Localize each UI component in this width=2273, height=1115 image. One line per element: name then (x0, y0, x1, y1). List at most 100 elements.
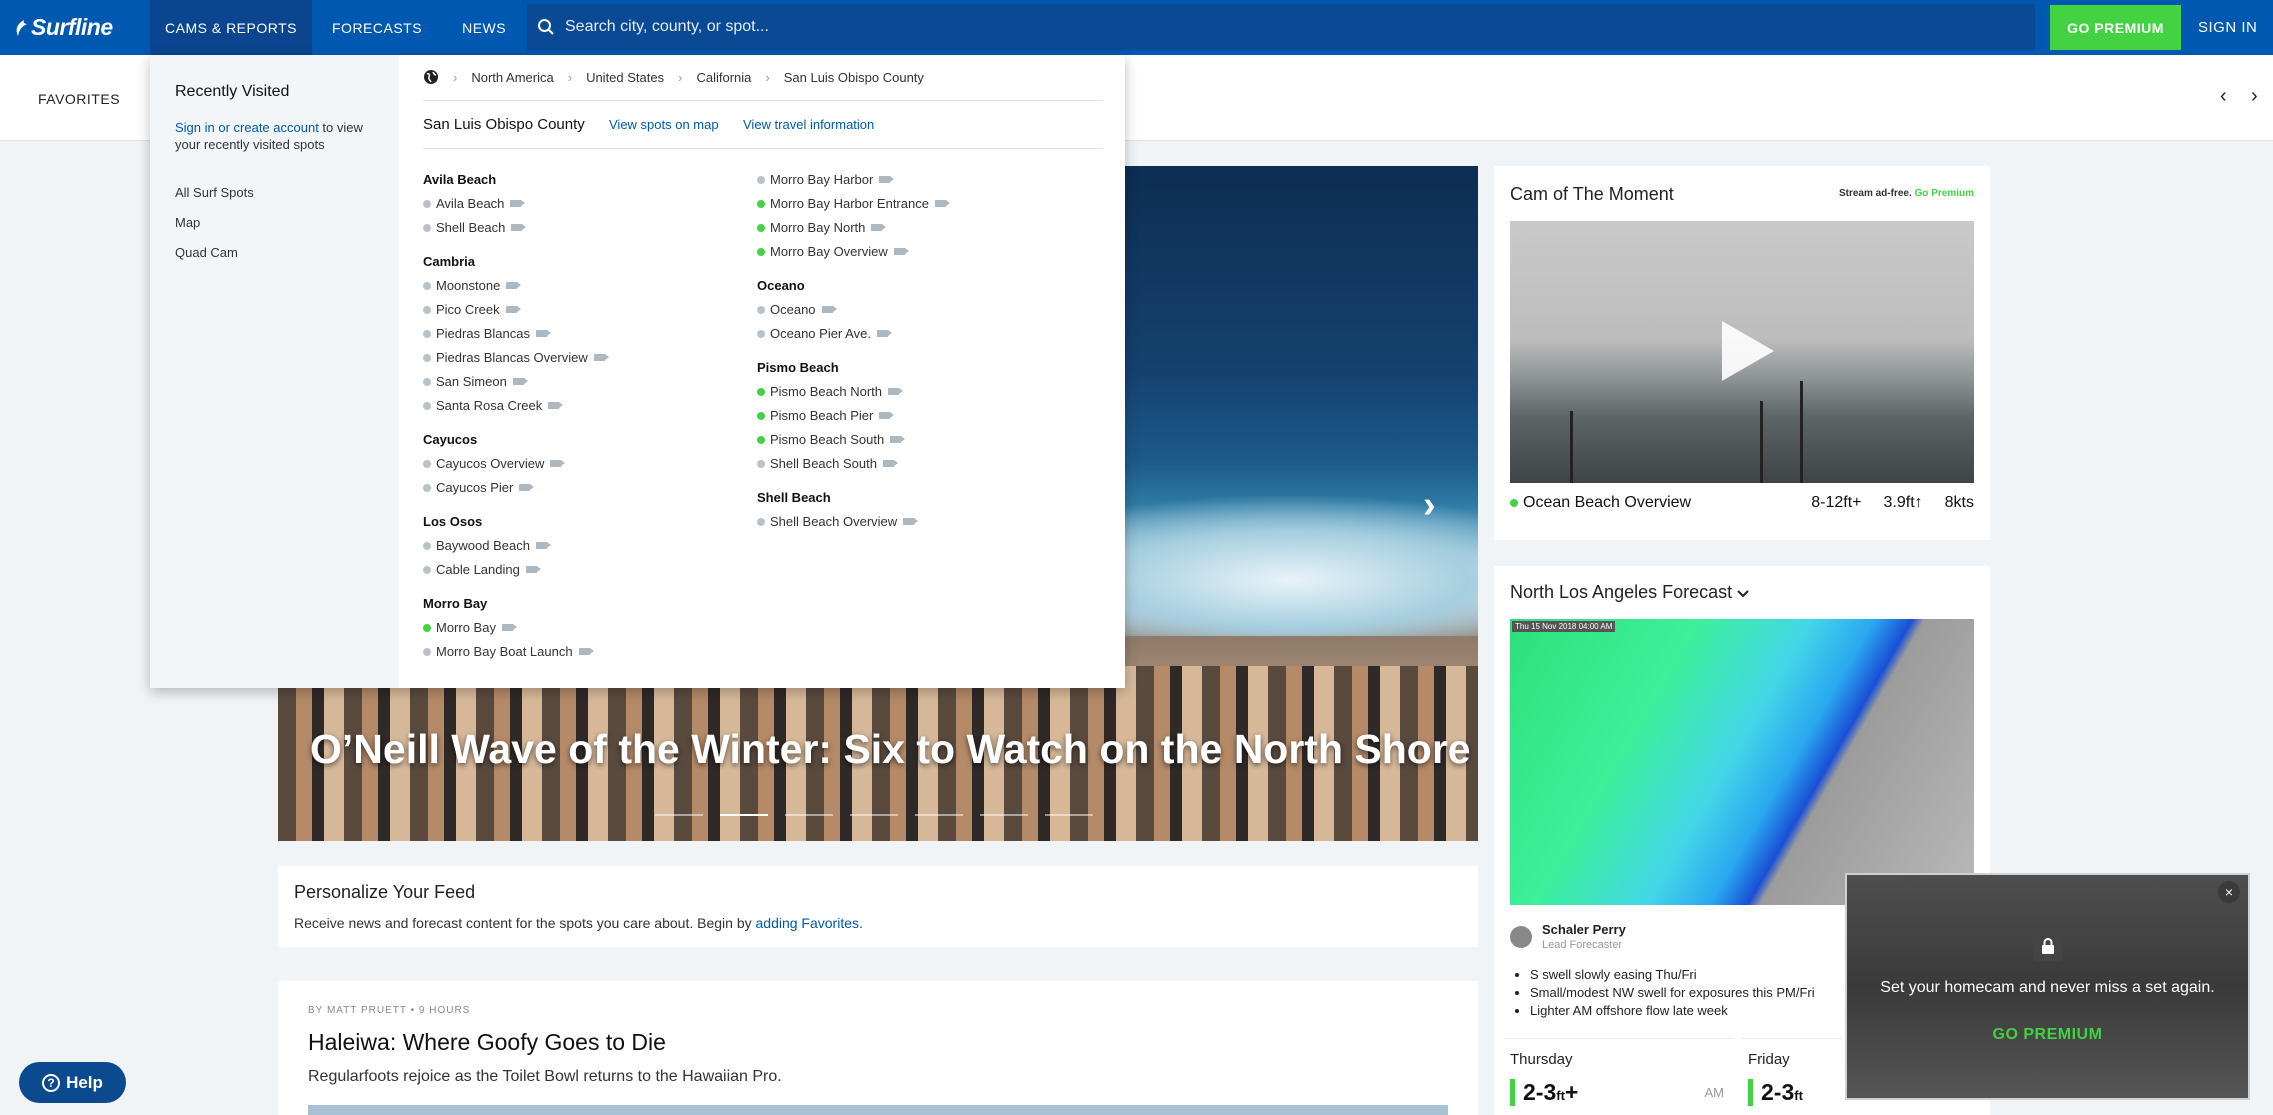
adding-favorites-link[interactable]: adding Favorites (756, 915, 860, 931)
sign-in-create-account-link[interactable]: Sign in or create account (175, 120, 319, 135)
condition-dot (423, 199, 431, 208)
spot-link[interactable]: Shell Beach Overview (757, 514, 919, 529)
camera-icon (550, 460, 566, 467)
globe-icon[interactable] (423, 69, 439, 85)
spot-name: Cayucos Pier (436, 480, 514, 495)
spot-link[interactable]: Moonstone (423, 278, 522, 293)
spot-link[interactable]: Morro Bay North (757, 220, 887, 235)
region-heading: Los Osos (423, 514, 483, 529)
play-icon[interactable] (1722, 321, 1774, 381)
spot-link[interactable]: San Simeon (423, 374, 528, 389)
camera-icon (519, 484, 535, 491)
swell-map[interactable]: Thu 15 Nov 2018 04:00 AM (1510, 619, 1974, 905)
spot-link[interactable]: Morro Bay Harbor (757, 172, 895, 187)
spot-link[interactable]: Morro Bay Overview (757, 244, 909, 259)
help-button[interactable]: ? Help (19, 1062, 126, 1103)
article-image[interactable] (308, 1105, 1448, 1115)
go-premium-button[interactable]: GO PREMIUM (2050, 5, 2181, 50)
condition-dot (423, 565, 431, 574)
spot-link[interactable]: Morro Bay (423, 620, 517, 635)
forecast-summary: S swell slowly easing Thu/Fri Small/mode… (1530, 966, 1815, 1020)
day-forecast-friday[interactable]: Friday 2-3ft (1742, 1038, 1842, 1115)
search-bar[interactable] (527, 4, 2035, 50)
carousel-dot[interactable] (720, 814, 768, 816)
spot-link[interactable]: Pismo Beach North (757, 384, 903, 399)
question-icon: ? (42, 1073, 61, 1092)
close-icon[interactable]: × (2218, 881, 2240, 903)
carousel-dot[interactable] (915, 814, 963, 816)
carousel-dot[interactable] (785, 814, 833, 816)
spot-link[interactable]: Morro Bay Harbor Entrance (757, 196, 950, 211)
search-input[interactable] (565, 18, 1965, 36)
condition-dot (757, 517, 765, 526)
spot-name: Morro Bay Harbor Entrance (770, 196, 929, 211)
spot-link[interactable]: Piedras Blancas (423, 326, 551, 341)
all-surf-spots-link[interactable]: All Surf Spots (175, 185, 254, 200)
view-travel-info-link[interactable]: View travel information (743, 117, 874, 132)
region-heading: Cambria (423, 254, 476, 269)
homecam-go-premium-link[interactable]: GO PREMIUM (1847, 1026, 2248, 1044)
spot-link[interactable]: Pismo Beach South (757, 432, 906, 447)
hero-title[interactable]: O’Neill Wave of the Winter: Six to Watch… (310, 726, 1471, 773)
article-title[interactable]: Haleiwa: Where Goofy Goes to Die (308, 1029, 666, 1056)
favorites-label[interactable]: FAVORITES (38, 91, 120, 107)
spot-name: Morro Bay Boat Launch (436, 644, 573, 659)
spot-link[interactable]: Pismo Beach Pier (757, 408, 895, 423)
surf-height: 8-12ft+ (1811, 494, 1862, 511)
quad-cam-link[interactable]: Quad Cam (175, 245, 238, 260)
spot-name: Santa Rosa Creek (436, 398, 543, 413)
chevron-left-icon[interactable]: ‹ (2220, 85, 2227, 108)
camera-icon (511, 224, 527, 231)
spot-link[interactable]: Shell Beach (423, 220, 527, 235)
spot-link[interactable]: Santa Rosa Creek (423, 398, 564, 413)
cam-video[interactable] (1510, 221, 1974, 483)
spot-link[interactable]: Cayucos Overview (423, 456, 566, 471)
carousel-dot[interactable] (980, 814, 1028, 816)
chevron-right-icon[interactable]: › (2251, 85, 2258, 108)
spot-link[interactable]: Avila Beach (423, 196, 526, 211)
tab-news[interactable]: NEWS (462, 0, 506, 55)
spot-link[interactable]: Baywood Beach (423, 538, 551, 553)
view-spots-on-map-link[interactable]: View spots on map (609, 117, 719, 132)
map-link[interactable]: Map (175, 215, 200, 230)
spot-link[interactable]: Oceano Pier Ave. (757, 326, 892, 341)
carousel-dot[interactable] (655, 814, 703, 816)
tab-cams-reports[interactable]: CAMS & REPORTS (150, 0, 312, 55)
spot-link[interactable]: Oceano (757, 302, 837, 317)
day-name: Friday (1748, 1051, 1790, 1068)
condition-dot (423, 223, 431, 232)
carousel-next-icon[interactable]: › (1423, 484, 1436, 527)
spot-link[interactable]: Cable Landing (423, 562, 541, 577)
carousel-dot[interactable] (1045, 814, 1093, 816)
forecast-region-selector[interactable]: North Los Angeles Forecast (1510, 582, 1749, 603)
forecast-region-title: North Los Angeles Forecast (1510, 582, 1733, 602)
go-premium-link[interactable]: Go Premium (1915, 188, 1974, 199)
tab-forecasts[interactable]: FORECASTS (332, 0, 422, 55)
personalize-feed-card: Personalize Your Feed Receive news and f… (278, 866, 1478, 947)
sign-in-link[interactable]: SIGN IN (2198, 0, 2257, 55)
day-surf-value: 2-3ft (1748, 1079, 1803, 1106)
carousel-dot[interactable] (850, 814, 898, 816)
breadcrumb-united-states[interactable]: United States (586, 70, 664, 85)
camera-icon (512, 378, 528, 385)
spot-name: Shell Beach South (770, 456, 877, 471)
day-forecast-thursday[interactable]: Thursday 2-3ft+ AM (1504, 1038, 1734, 1115)
cotm-spot-name[interactable]: Ocean Beach Overview (1510, 494, 1691, 512)
article-card[interactable]: BY MATT PRUETT • 9 HOURS Haleiwa: Where … (278, 981, 1478, 1115)
breadcrumb-north-america[interactable]: North America (471, 70, 553, 85)
spot-link[interactable]: Shell Beach South (757, 456, 898, 471)
spot-link[interactable]: Cayucos Pier (423, 480, 535, 495)
day-surf-unit: ft (1556, 1088, 1565, 1103)
condition-dot (423, 623, 431, 632)
breadcrumb-california[interactable]: California (696, 70, 751, 85)
breadcrumb-separator: › (678, 69, 683, 85)
camera-icon (879, 412, 895, 419)
breadcrumb-county[interactable]: San Luis Obispo County (784, 70, 924, 85)
condition-dot (757, 223, 765, 232)
condition-dot (757, 247, 765, 256)
cotm-stats: 8-12ft+ 3.9ft↑ 8kts (1811, 494, 1974, 512)
surfline-logo[interactable]: Surfline (0, 0, 150, 55)
spot-link[interactable]: Piedras Blancas Overview (423, 350, 609, 365)
spot-link[interactable]: Morro Bay Boat Launch (423, 644, 594, 659)
spot-link[interactable]: Pico Creek (423, 302, 521, 317)
